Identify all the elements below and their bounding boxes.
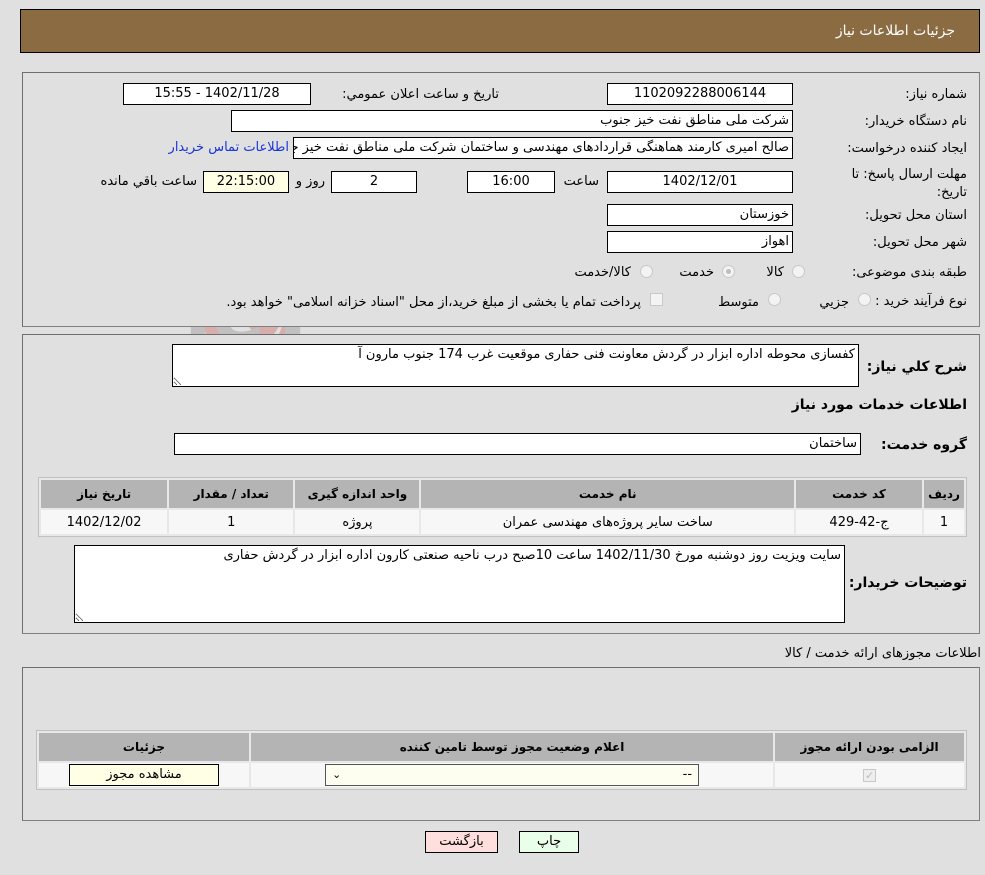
permits-table: الزامی بودن ارائه مجوز اعلام وضعیت مجوز …	[36, 730, 967, 790]
category-option-goods: کالا	[766, 265, 784, 280]
announce-datetime-label: تاریخ و ساعت اعلان عمومي:	[342, 87, 499, 102]
process-option-minor: جزيي	[819, 295, 849, 310]
province-label: استان محل تحویل:	[865, 208, 967, 223]
need-number-field: 1102092288006144	[607, 83, 793, 105]
need-number-label: شماره نیاز:	[905, 87, 967, 102]
services-section-title: اطلاعات خدمات مورد نياز	[791, 397, 967, 413]
buyer-notes-label: توضيحات خريدار:	[848, 575, 967, 591]
permit-required-checkbox[interactable]: ✓	[863, 768, 877, 782]
cell-service-name: ساخت سایر پروژه‌های مهندسی عمران	[421, 510, 794, 534]
permit-status-value: --	[682, 767, 693, 782]
col-service-name: نام خدمت	[421, 480, 794, 508]
remaining-time-field: 22:15:00	[203, 171, 289, 193]
col-permit-required: الزامی بودن ارائه مجوز	[775, 733, 964, 761]
request-creator-field: صالح امیری کارمند هماهنگی قراردادهای مهن…	[293, 137, 793, 159]
cell-service-code: ج-42-429	[795, 510, 923, 534]
print-button[interactable]: چاپ	[519, 831, 579, 853]
chevron-down-icon: ⌄	[332, 768, 342, 781]
deadline-time-field: 16:00	[467, 171, 555, 193]
service-group-label: گروه خدمت:	[881, 437, 967, 453]
table-row: 1 ج-42-429 ساخت سایر پروژه‌های مهندسی عم…	[41, 510, 964, 534]
treasury-checkbox[interactable]	[650, 293, 663, 306]
services-table: رديف کد خدمت نام خدمت واحد اندازه گیری ت…	[38, 477, 967, 537]
category-radio-service[interactable]	[722, 265, 735, 278]
cell-row-number: 1	[924, 510, 964, 534]
announce-datetime-field: 1402/11/28 - 15:55	[123, 83, 311, 105]
purchase-process-label: نوع فرآیند خرید :	[875, 294, 967, 309]
permit-status-select[interactable]: -- ⌄	[325, 764, 700, 786]
services-table-header: رديف کد خدمت نام خدمت واحد اندازه گیری ت…	[41, 480, 964, 508]
need-details-panel: شماره نیاز: 1102092288006144 تاریخ و ساع…	[22, 72, 980, 327]
province-field: خوزستان	[607, 204, 793, 226]
city-label: شهر محل تحویل:	[872, 235, 967, 250]
col-need-date: تاريخ نياز	[41, 480, 168, 508]
category-radio-goods[interactable]	[792, 265, 805, 278]
days-label: روز و	[295, 174, 325, 189]
treasury-note: پرداخت تمام یا بخشی از مبلغ خرید،از محل …	[226, 295, 641, 310]
service-group-field: ساختمان	[174, 433, 861, 455]
category-option-service: خدمت	[679, 265, 714, 280]
permits-panel: الزامی بودن ارائه مجوز اعلام وضعیت مجوز …	[22, 667, 980, 821]
category-option-goods-service: کالا/خدمت	[574, 265, 631, 280]
request-creator-label: ایجاد کننده درخواست:	[847, 141, 967, 156]
category-label: طبقه بندی موضوعی:	[851, 265, 967, 280]
permits-section-title: اطلاعات مجوزهای ارائه خدمت / کالا	[784, 646, 981, 661]
summary-label: شرح کلي نياز:	[866, 359, 967, 375]
buyer-org-field: شرکت ملی مناطق نفت خیز جنوب	[231, 110, 793, 132]
col-row-number: رديف	[924, 480, 964, 508]
deadline-time-label: ساعت	[563, 174, 599, 189]
days-remaining-field: 2	[331, 171, 417, 193]
page-header: جزئیات اطلاعات نیاز	[20, 9, 980, 53]
services-panel: شرح کلي نياز: کفسازی محوطه اداره ابزار د…	[22, 334, 980, 634]
process-option-medium: متوسط	[718, 295, 759, 310]
process-radio-medium[interactable]	[768, 293, 781, 306]
back-button[interactable]: بازگشت	[425, 831, 498, 853]
col-unit: واحد اندازه گیری	[295, 480, 420, 508]
buyer-org-label: نام دستگاه خريدار:	[864, 114, 967, 129]
permits-table-header: الزامی بودن ارائه مجوز اعلام وضعیت مجوز …	[39, 733, 964, 761]
cell-need-date: 1402/12/02	[41, 510, 168, 534]
process-radio-minor[interactable]	[858, 293, 871, 306]
col-quantity: تعداد / مقدار	[169, 480, 294, 508]
summary-textarea[interactable]: کفسازی محوطه اداره ابزار در گردش معاونت …	[172, 344, 859, 387]
col-permit-details: جزئیات	[39, 733, 249, 761]
col-service-code: کد خدمت	[795, 480, 923, 508]
cell-quantity: 1	[169, 510, 294, 534]
col-permit-status: اعلام وضعیت مجوز توسط تامین کننده	[250, 733, 774, 761]
cell-unit: پروژه	[295, 510, 420, 534]
category-radio-goods-service[interactable]	[640, 265, 653, 278]
table-row: ✓ -- ⌄ مشاهده مجوز	[39, 763, 964, 787]
page-title: جزئیات اطلاعات نیاز	[835, 23, 955, 39]
deadline-label: مهلت ارسال پاسخ: تا تاریخ:	[851, 167, 967, 200]
deadline-date-field: 1402/12/01	[607, 171, 793, 193]
buyer-notes-textarea[interactable]: سایت ویزیت روز دوشنبه مورخ 1402/11/30 سا…	[74, 545, 845, 623]
remaining-time-label: ساعت باقي مانده	[100, 174, 197, 189]
view-permit-button[interactable]: مشاهده مجوز	[68, 764, 219, 786]
city-field: اهواز	[607, 231, 793, 253]
buyer-contact-link[interactable]: اطلاعات تماس خريدار	[169, 140, 289, 155]
